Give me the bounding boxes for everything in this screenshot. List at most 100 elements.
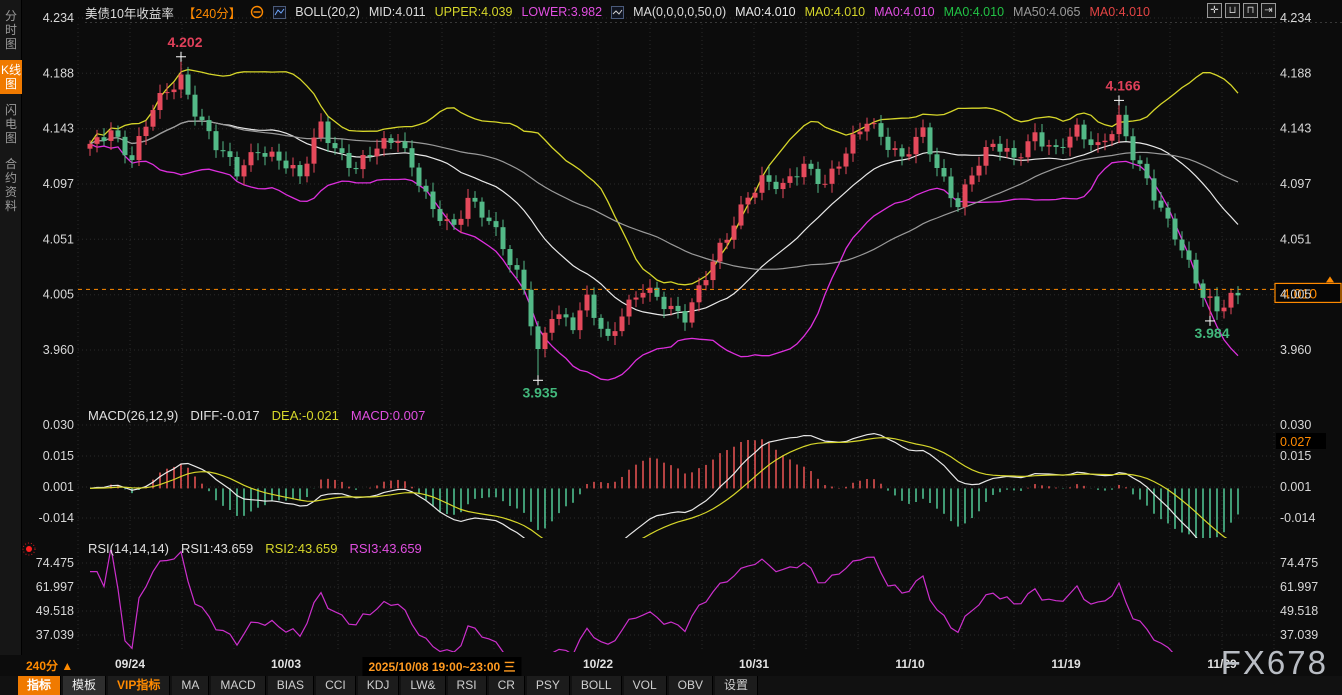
svg-text:74.475: 74.475: [1280, 556, 1318, 570]
timeline-date-label: 11/10: [895, 657, 924, 671]
pane-indicator-dot: [23, 543, 35, 555]
boll-mid-line: [90, 121, 1238, 315]
toolbar-button-6[interactable]: CCI: [316, 676, 356, 695]
rsi1-value: RSI1:43.659: [181, 541, 253, 556]
timeline-date-label: 10/22: [583, 657, 613, 671]
svg-text:0.015: 0.015: [43, 449, 74, 463]
sidebar-item-kline-chart[interactable]: K线图: [0, 60, 22, 94]
macd-axis-labels: 0.030 0.030 0.015 0.015 0.001 0.001 -0.014 -0.0…: [39, 418, 1326, 525]
svg-text:4.097: 4.097: [43, 177, 74, 191]
macd-dea-value: DEA:-0.021: [272, 408, 339, 423]
svg-text:0.030: 0.030: [43, 418, 74, 432]
toolbar-button-11[interactable]: PSY: [527, 676, 570, 695]
ma50-line: [90, 121, 1238, 269]
rsi-name-label: RSI(14,14,14): [88, 541, 169, 556]
toolbar-button-13[interactable]: VOL: [624, 676, 667, 695]
indicator-header: 美债10年收益率 【240分】 BOLL(20,2) MID:4.011 UPP…: [85, 2, 1150, 22]
svg-text:4.005: 4.005: [43, 288, 74, 302]
macd-macd-value: MACD:0.007: [351, 408, 425, 423]
toolbar-button-10[interactable]: CR: [489, 676, 525, 695]
svg-text:4.143: 4.143: [1280, 122, 1311, 136]
ma-value-6: MA0:4.010: [1089, 5, 1149, 19]
boll-name-label: BOLL(20,2): [295, 5, 360, 19]
toolbar-button-14[interactable]: OBV: [669, 676, 713, 695]
svg-text:4.051: 4.051: [1280, 232, 1311, 246]
macd-pane-header: MACD(26,12,9) DIFF:-0.017 DEA:-0.021 MAC…: [88, 408, 425, 423]
toolbar-button-8[interactable]: LW&: [401, 676, 445, 695]
svg-text:37.039: 37.039: [36, 628, 74, 642]
macd-name-label: MACD(26,12,9): [88, 408, 178, 423]
svg-text:0.001: 0.001: [43, 480, 74, 494]
svg-text:0.030: 0.030: [1280, 418, 1311, 432]
sidebar-item-contract-info[interactable]: 合约资料: [0, 154, 22, 216]
svg-text:37.039: 37.039: [1280, 628, 1318, 642]
svg-text:-0.014: -0.014: [39, 511, 74, 525]
sidebar-item-lightning-chart[interactable]: 闪电图: [0, 100, 22, 148]
svg-text:-0.014: -0.014: [1280, 511, 1315, 525]
svg-text:4.097: 4.097: [1280, 177, 1311, 191]
scale-left-axis-icon[interactable]: ⊔: [1225, 3, 1240, 18]
svg-text:4.005: 4.005: [1280, 288, 1311, 302]
svg-text:3.984: 3.984: [1194, 325, 1229, 341]
toolbar-button-12[interactable]: BOLL: [572, 676, 622, 695]
svg-text:74.475: 74.475: [36, 556, 74, 570]
price-annotation: 4.166: [1105, 77, 1140, 105]
exit-chart-icon[interactable]: ⇥: [1261, 3, 1276, 18]
period-settings-icon[interactable]: [250, 5, 264, 19]
svg-text:0.015: 0.015: [1280, 449, 1311, 463]
toolbar-button-3[interactable]: MA: [172, 676, 209, 695]
timeline-highlight-label: 2025/10/08 19:00~23:00 三: [362, 657, 521, 676]
svg-text:4.188: 4.188: [43, 66, 74, 80]
timeline-date-label: 11/19: [1051, 657, 1080, 671]
boll-lower-value: LOWER:3.982: [521, 5, 602, 19]
instrument-title: 美债10年收益率: [85, 3, 174, 22]
chart-window-controls: ✛ ⊔ ⊓ ⇥: [1207, 3, 1276, 18]
toolbar-button-5[interactable]: BIAS: [268, 676, 314, 695]
rsi-pane-header: RSI(14,14,14) RSI1:43.659 RSI2:43.659 RS…: [88, 541, 422, 556]
toolbar-button-15[interactable]: 设置: [715, 676, 758, 695]
toolbar-button-4[interactable]: MACD: [211, 676, 265, 695]
svg-text:61.997: 61.997: [1280, 580, 1318, 594]
timeline-date-label: 10/03: [271, 657, 301, 671]
svg-text:4.143: 4.143: [43, 122, 74, 136]
ma-value-2: MA0:4.010: [805, 5, 865, 19]
toolbar-button-9[interactable]: RSI: [448, 676, 487, 695]
ma-value-1: MA0:4.010: [735, 5, 795, 19]
ma-indicator-icon[interactable]: [611, 6, 624, 19]
timeframe-dropdown[interactable]: 240分 ▲: [26, 657, 73, 674]
toolbar-button-0[interactable]: 指标: [18, 676, 61, 695]
grid: [78, 18, 1342, 652]
svg-text:4.234: 4.234: [43, 11, 74, 25]
macd-diff-value: DIFF:-0.017: [190, 408, 259, 423]
price-axis-labels: 4.2344.2344.1884.1884.1434.1434.0974.097…: [43, 11, 1312, 357]
svg-text:0.001: 0.001: [1280, 480, 1311, 494]
toolbar-button-7[interactable]: KDJ: [358, 676, 400, 695]
ma50-value: MA50:4.065: [1013, 5, 1080, 19]
boll-mid-value: MID:4.011: [369, 5, 426, 19]
macd-dea-line: [90, 438, 1238, 552]
svg-text:4.188: 4.188: [1280, 66, 1311, 80]
price-annotation: 4.202: [167, 34, 202, 62]
boll-indicator-icon[interactable]: [273, 6, 286, 19]
indicator-toolbar: 指标模板VIP指标MAMACDBIASCCIKDJLW&RSICRPSYBOLL…: [0, 676, 1342, 695]
rsi2-value: RSI2:43.659: [265, 541, 337, 556]
svg-text:49.518: 49.518: [1280, 604, 1318, 618]
period-badge[interactable]: 【240分】: [183, 3, 241, 22]
scale-right-axis-icon[interactable]: ⊓: [1243, 3, 1258, 18]
svg-text:3.960: 3.960: [1280, 343, 1311, 357]
pan-icon[interactable]: ✛: [1207, 3, 1222, 18]
main-chart-canvas[interactable]: 4.0104.2344.2344.1884.1884.1434.1434.097…: [0, 0, 1342, 657]
sidebar-item-time-share-chart[interactable]: 分时图: [0, 6, 22, 54]
price-annotation: 3.984: [1194, 316, 1229, 341]
svg-text:49.518: 49.518: [36, 604, 74, 618]
rsi-axis-labels: 74.47574.47561.99761.99749.51849.51837.0…: [36, 556, 1319, 642]
svg-text:3.960: 3.960: [43, 343, 74, 357]
time-axis: 240分 ▲ 09/2410/032025/10/08 19:00~23:00 …: [0, 655, 1342, 675]
ma-value-3: MA0:4.010: [874, 5, 934, 19]
toolbar-button-2[interactable]: VIP指标: [108, 676, 170, 695]
ma-value-4: MA0:4.010: [944, 5, 1004, 19]
svg-text:4.166: 4.166: [1105, 77, 1140, 93]
price-annotation: 3.935: [522, 375, 557, 400]
toolbar-button-1[interactable]: 模板: [63, 676, 106, 695]
svg-text:4.051: 4.051: [43, 232, 74, 246]
